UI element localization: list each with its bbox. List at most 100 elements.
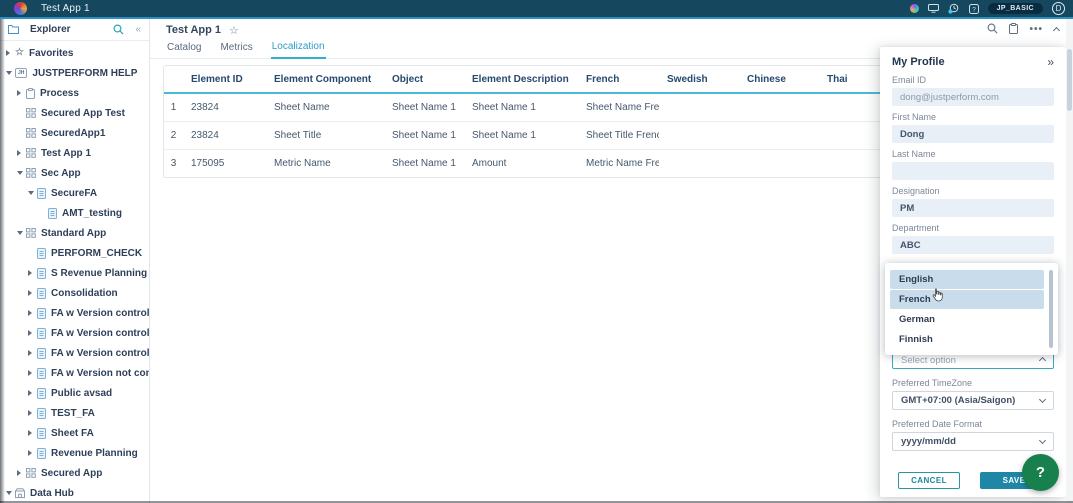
dropdown-option-french[interactable]: French bbox=[890, 290, 1044, 309]
dropdown-option-german[interactable]: German bbox=[890, 310, 1044, 329]
app-grid-icon bbox=[26, 128, 36, 138]
document-icon bbox=[37, 388, 46, 399]
table-cell bbox=[739, 150, 819, 177]
sidebar-item-securedapp1[interactable]: SecuredApp1 bbox=[0, 123, 149, 143]
panel-collapse-icon[interactable]: » bbox=[1047, 57, 1054, 67]
language-dropdown-popup: EnglishFrenchGermanFinnish bbox=[885, 263, 1058, 355]
sidebar-item-fa-w-version-not-contro[interactable]: FA w Version not contro... bbox=[0, 363, 149, 383]
caret-down-icon[interactable] bbox=[6, 71, 15, 75]
field-input-first-name[interactable]: Dong bbox=[892, 125, 1054, 143]
status-color-icon[interactable] bbox=[910, 4, 919, 13]
timezone-select[interactable]: GMT+07:00 (Asia/Saigon) bbox=[892, 391, 1054, 410]
caret-down-icon[interactable] bbox=[17, 171, 26, 175]
field-input-email-id[interactable]: dong@justperform.com bbox=[892, 88, 1054, 106]
sidebar-item-favorites[interactable]: ☆Favorites bbox=[0, 43, 149, 63]
sidebar-item-data-hub[interactable]: Data Hub bbox=[0, 483, 149, 501]
document-icon bbox=[37, 268, 46, 279]
caret-right-icon[interactable] bbox=[28, 330, 37, 336]
sidebar-item-perform-check[interactable]: PERFORM_CHECK bbox=[0, 243, 149, 263]
sidebar-item-label: Sec App bbox=[41, 168, 81, 179]
caret-right-icon[interactable] bbox=[6, 50, 15, 56]
field-input-department[interactable]: ABC bbox=[892, 236, 1054, 254]
sidebar-item-consolidation[interactable]: Consolidation bbox=[0, 283, 149, 303]
sidebar-item-fa-w-version-control-fiel[interactable]: FA w Version control fiel... bbox=[0, 303, 149, 323]
tab-catalog[interactable]: Catalog bbox=[166, 42, 202, 58]
sidebar-item-revenue-planning[interactable]: Revenue Planning bbox=[0, 443, 149, 463]
dropdown-scrollbar[interactable] bbox=[1049, 270, 1053, 348]
caret-right-icon[interactable] bbox=[28, 310, 37, 316]
sidebar-item-label: Secured App bbox=[41, 468, 102, 479]
field-input-last-name[interactable] bbox=[892, 162, 1054, 180]
sidebar-item-label: FA w Version control fiel... bbox=[51, 328, 149, 339]
sidebar-item-justperform-help[interactable]: JHJUSTPERFORM HELP bbox=[0, 63, 149, 83]
tab-localization[interactable]: Localization bbox=[271, 41, 326, 59]
content-search-icon[interactable] bbox=[987, 21, 998, 39]
document-icon bbox=[37, 368, 46, 379]
sidebar-item-test-app-1[interactable]: Test App 1 bbox=[0, 143, 149, 163]
table-cell: Sheet Name 1 bbox=[384, 150, 464, 177]
cancel-button[interactable]: CANCEL bbox=[898, 472, 960, 489]
sidebar-item-sec-app[interactable]: Sec App bbox=[0, 163, 149, 183]
help-button[interactable]: ? bbox=[1022, 454, 1059, 491]
timezone-value: GMT+07:00 (Asia/Saigon) bbox=[901, 395, 1015, 406]
document-icon bbox=[37, 308, 46, 319]
dateformat-select[interactable]: yyyy/mm/dd bbox=[892, 432, 1054, 451]
table-cell: Sheet Name French bbox=[578, 94, 659, 122]
caret-down-icon[interactable] bbox=[28, 191, 37, 195]
dateformat-label: Preferred Date Format bbox=[892, 419, 1054, 429]
more-options-icon[interactable]: ••• bbox=[1029, 27, 1043, 33]
search-icon[interactable] bbox=[113, 24, 124, 35]
caret-right-icon[interactable] bbox=[17, 470, 26, 476]
sidebar-item-public-avsad[interactable]: Public avsad bbox=[0, 383, 149, 403]
caret-right-icon[interactable] bbox=[28, 430, 37, 436]
sidebar-item-secured-app-test[interactable]: Secured App Test bbox=[0, 103, 149, 123]
page-scrollbar[interactable] bbox=[1066, 19, 1073, 503]
svg-text:?: ? bbox=[972, 6, 976, 13]
caret-right-icon[interactable] bbox=[28, 290, 37, 296]
caret-down-icon[interactable] bbox=[6, 491, 15, 495]
sidebar-item-sheet-fa[interactable]: Sheet FA bbox=[0, 423, 149, 443]
sidebar-item-s-revenue-planning[interactable]: S Revenue Planning bbox=[0, 263, 149, 283]
field-label-first-name: First Name bbox=[892, 112, 1054, 122]
column-header-chinese: Chinese bbox=[739, 66, 819, 94]
sidebar-title: Explorer bbox=[30, 24, 107, 35]
field-label-last-name: Last Name bbox=[892, 149, 1054, 159]
sidebar-item-test-fa[interactable]: TEST_FA bbox=[0, 403, 149, 423]
table-cell bbox=[659, 94, 739, 122]
collapse-header-icon[interactable] bbox=[1053, 26, 1060, 33]
column-header-element-id: Element ID bbox=[183, 66, 266, 94]
versions-clipboard-icon[interactable] bbox=[1009, 21, 1018, 39]
caret-right-icon[interactable] bbox=[28, 270, 37, 276]
sidebar-item-fa-w-version-control-field[interactable]: FA w Version control field bbox=[0, 343, 149, 363]
sidebar-item-label: JUSTPERFORM HELP bbox=[32, 68, 137, 79]
field-input-designation[interactable]: PM bbox=[892, 199, 1054, 217]
caret-right-icon[interactable] bbox=[17, 90, 26, 96]
sidebar-item-label: Sheet FA bbox=[51, 428, 94, 439]
column-header-rownum bbox=[164, 66, 183, 94]
sidebar-item-amt-testing[interactable]: AMT_testing bbox=[0, 203, 149, 223]
caret-right-icon[interactable] bbox=[28, 450, 37, 456]
sidebar-item-secured-app[interactable]: Secured App bbox=[0, 463, 149, 483]
display-icon[interactable] bbox=[928, 4, 939, 13]
dropdown-option-english[interactable]: English bbox=[890, 270, 1044, 289]
caret-right-icon[interactable] bbox=[28, 410, 37, 416]
help-square-icon[interactable]: ? bbox=[969, 4, 979, 14]
history-icon[interactable] bbox=[948, 3, 960, 14]
caret-down-icon[interactable] bbox=[17, 231, 26, 235]
sidebar-item-fa-w-version-control-fiel[interactable]: FA w Version control fiel... bbox=[0, 323, 149, 343]
user-avatar[interactable]: D bbox=[1052, 2, 1065, 15]
column-header-element-component: Element Component bbox=[266, 66, 384, 94]
sidebar-item-process[interactable]: Process bbox=[0, 83, 149, 103]
favorite-star-icon[interactable]: ☆ bbox=[229, 24, 239, 37]
caret-right-icon[interactable] bbox=[17, 150, 26, 156]
app-grid-icon bbox=[26, 108, 36, 118]
caret-right-icon[interactable] bbox=[28, 390, 37, 396]
sidebar-collapse-icon[interactable]: « bbox=[135, 24, 141, 35]
document-icon bbox=[37, 448, 46, 459]
tab-metrics[interactable]: Metrics bbox=[219, 42, 253, 58]
sidebar-item-securefa[interactable]: SecureFA bbox=[0, 183, 149, 203]
sidebar-item-standard-app[interactable]: Standard App bbox=[0, 223, 149, 243]
dropdown-option-finnish[interactable]: Finnish bbox=[890, 330, 1044, 349]
caret-right-icon[interactable] bbox=[28, 370, 37, 376]
caret-right-icon[interactable] bbox=[28, 350, 37, 356]
